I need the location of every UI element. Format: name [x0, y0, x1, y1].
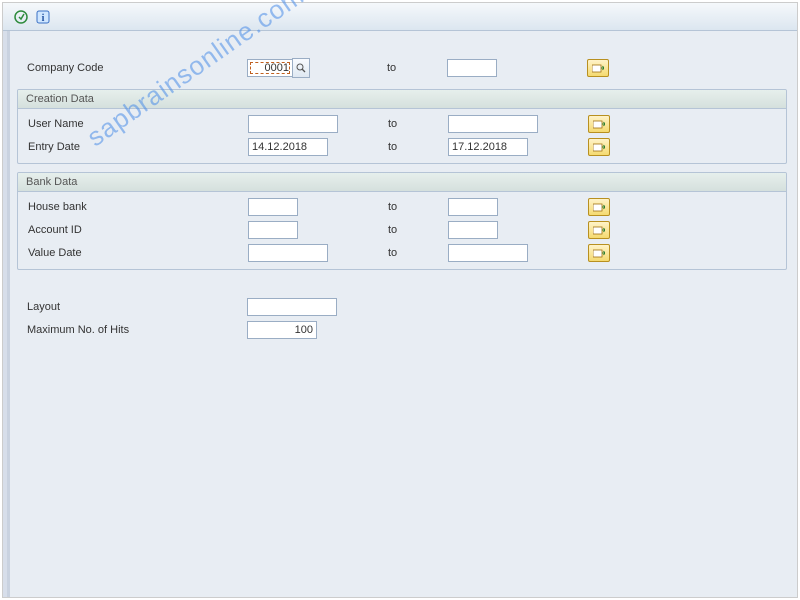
input-user-name-from[interactable] [248, 115, 338, 133]
selection-content: sapbrainsonline.com Company Code to C [3, 31, 797, 597]
multiple-selection-icon[interactable] [587, 59, 609, 77]
group-bank-data: Bank Data House bank to Account ID to [17, 172, 787, 270]
to-label-account-id: to [378, 224, 448, 236]
label-account-id: Account ID [18, 224, 248, 236]
multiple-selection-icon[interactable] [588, 198, 610, 216]
svg-text:i: i [42, 13, 45, 24]
input-house-bank-from[interactable] [248, 198, 298, 216]
label-house-bank: House bank [18, 201, 248, 213]
to-label-entry-date: to [378, 141, 448, 153]
input-entry-date-from[interactable] [248, 138, 328, 156]
label-user-name: User Name [18, 118, 248, 130]
input-max-hits[interactable] [247, 321, 317, 339]
label-company-code: Company Code [17, 62, 247, 74]
input-value-date-to[interactable] [448, 244, 528, 262]
input-user-name-to[interactable] [448, 115, 538, 133]
multiple-selection-icon[interactable] [588, 138, 610, 156]
group-header-creation: Creation Data [18, 90, 786, 109]
label-max-hits: Maximum No. of Hits [17, 324, 247, 336]
to-label-user-name: to [378, 118, 448, 130]
input-entry-date-to[interactable] [448, 138, 528, 156]
sap-selection-screen: i sapbrainsonline.com Company Code to [2, 2, 798, 598]
f4-help-icon[interactable] [292, 58, 310, 78]
input-company-code-from[interactable] [247, 59, 293, 77]
multiple-selection-icon[interactable] [588, 115, 610, 133]
row-value-date: Value Date to [18, 242, 786, 264]
input-house-bank-to[interactable] [448, 198, 498, 216]
to-label-company-code: to [377, 62, 447, 74]
row-house-bank: House bank to [18, 196, 786, 218]
execute-icon[interactable] [13, 9, 29, 25]
info-icon[interactable]: i [35, 9, 51, 25]
label-value-date: Value Date [18, 247, 248, 259]
input-layout[interactable] [247, 298, 337, 316]
input-account-id-from[interactable] [248, 221, 298, 239]
row-account-id: Account ID to [18, 219, 786, 241]
group-creation-data: Creation Data User Name to Entry Date to [17, 89, 787, 164]
input-company-code-to[interactable] [447, 59, 497, 77]
row-layout: Layout [17, 296, 787, 318]
to-label-house-bank: to [378, 201, 448, 213]
row-max-hits: Maximum No. of Hits [17, 319, 787, 341]
to-label-value-date: to [378, 247, 448, 259]
row-entry-date: Entry Date to [18, 136, 786, 158]
row-company-code: Company Code to [17, 57, 787, 79]
label-layout: Layout [17, 301, 247, 313]
input-account-id-to[interactable] [448, 221, 498, 239]
label-entry-date: Entry Date [18, 141, 248, 153]
input-value-date-from[interactable] [248, 244, 328, 262]
group-header-bank: Bank Data [18, 173, 786, 192]
multiple-selection-icon[interactable] [588, 221, 610, 239]
multiple-selection-icon[interactable] [588, 244, 610, 262]
application-toolbar: i [3, 3, 797, 31]
row-user-name: User Name to [18, 113, 786, 135]
